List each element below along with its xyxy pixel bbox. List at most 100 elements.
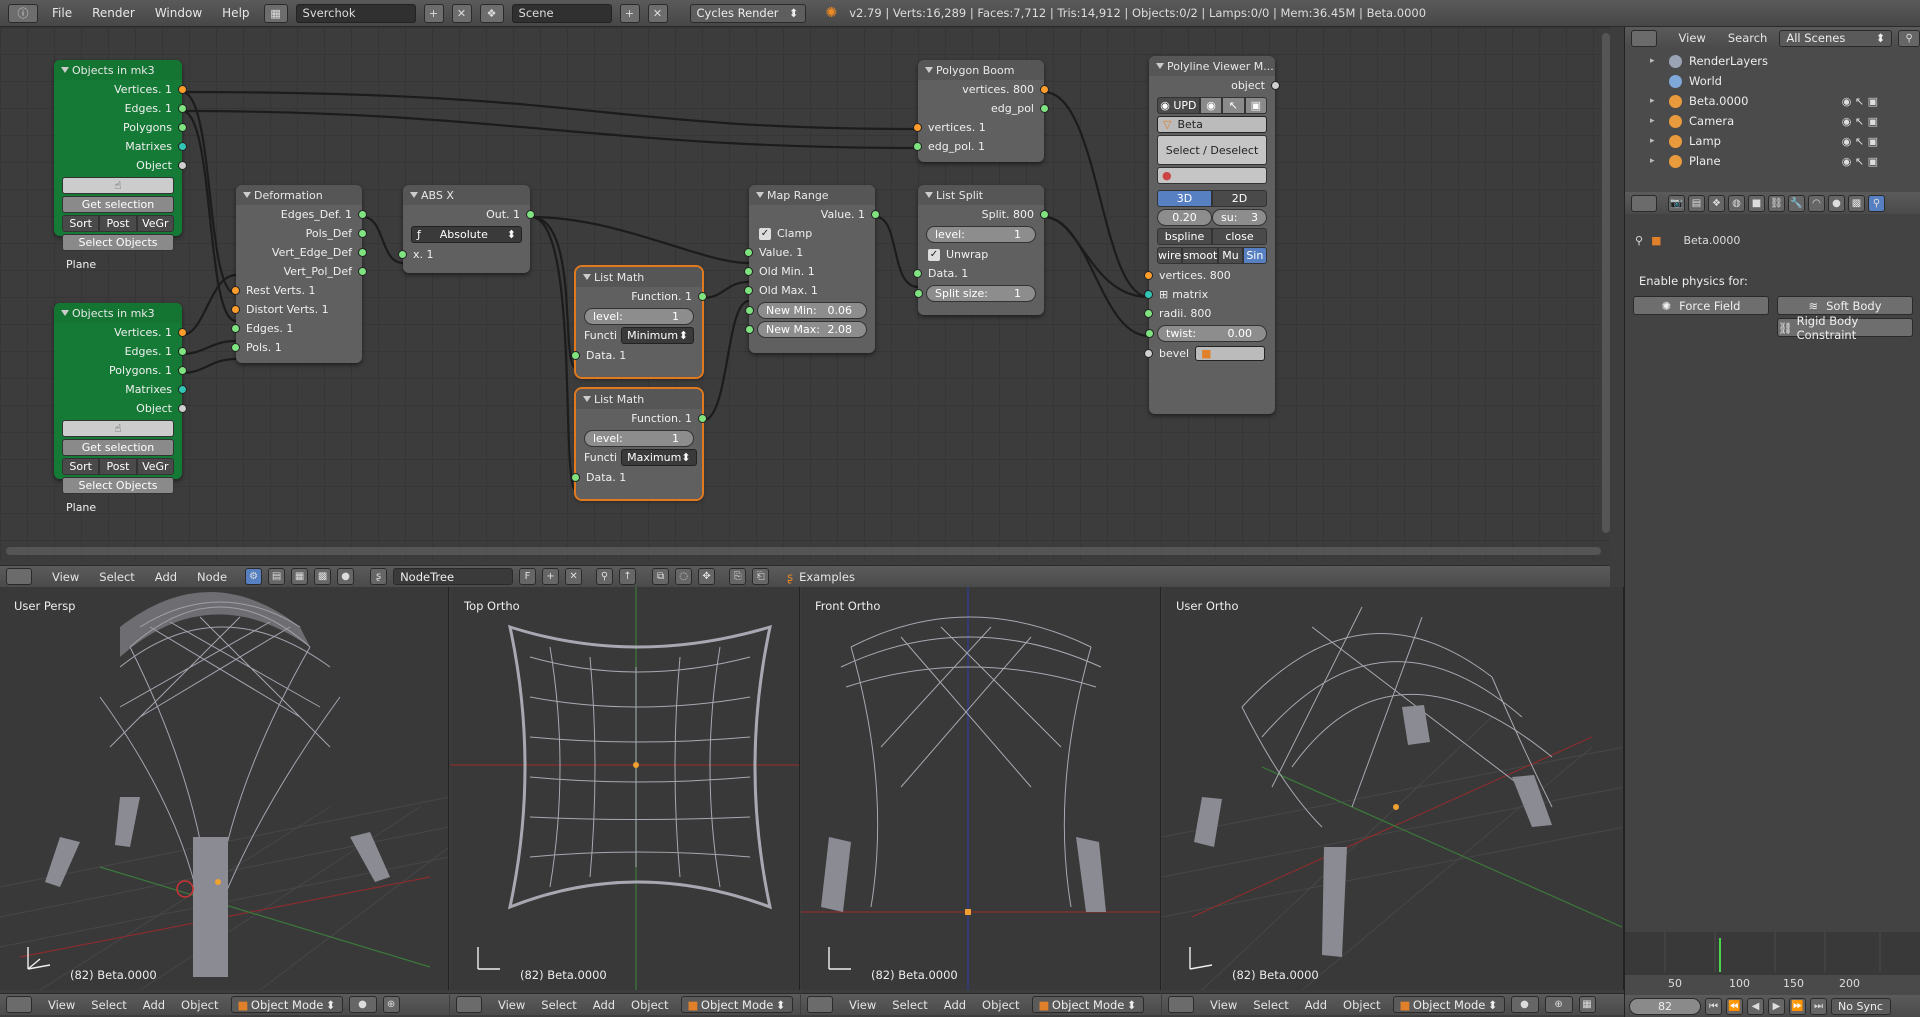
close-button[interactable]: close xyxy=(1212,228,1267,245)
node-list-math-max[interactable]: List Math Function. 1 level: 1 Functi Maxi… xyxy=(571,387,707,501)
examples-menu[interactable]: Examples xyxy=(799,570,855,584)
clamp-checkbox-row[interactable]: ✓ Clamp xyxy=(749,224,875,243)
output-socket[interactable] xyxy=(358,210,367,219)
paste-icon[interactable]: ⎗ xyxy=(752,568,770,585)
input-socket[interactable] xyxy=(571,351,580,360)
select-objects-button[interactable]: Select Objects xyxy=(62,234,174,251)
output-socket[interactable] xyxy=(178,366,187,375)
render-layers-tab-icon[interactable]: ▤ xyxy=(1688,194,1705,212)
menu-select[interactable]: Select xyxy=(541,998,576,1012)
viewport-user-ortho[interactable]: User Ortho (82) Beta.0000 xyxy=(1162,587,1624,990)
vegr-button[interactable]: VeGr xyxy=(136,458,174,475)
output-socket[interactable] xyxy=(178,123,187,132)
outliner-item-camera[interactable]: ▸ Camera ◉ ↖ ▣ xyxy=(1625,111,1920,131)
sin-button[interactable]: Sin xyxy=(1242,247,1267,264)
shading-icon[interactable]: ● xyxy=(348,996,377,1013)
output-socket[interactable] xyxy=(871,210,880,219)
outliner-item-lamp[interactable]: ▸ Lamp ◉ ↖ ▣ xyxy=(1625,131,1920,151)
add-tree-icon[interactable]: + xyxy=(542,568,560,585)
output-socket[interactable] xyxy=(358,229,367,238)
shader-tree-icon[interactable]: ⚙ xyxy=(245,568,263,585)
hand-icon-button[interactable]: ☝ xyxy=(62,420,174,437)
physics-tab-icon[interactable]: ⚲ xyxy=(1868,194,1885,212)
menu-object[interactable]: Object xyxy=(982,998,1019,1012)
input-socket[interactable] xyxy=(1144,349,1153,358)
post-button[interactable]: Post xyxy=(99,215,137,232)
modifiers-tab-icon[interactable]: 🔧 xyxy=(1788,194,1805,212)
copy-icon[interactable]: ⎘ xyxy=(729,568,747,585)
viewport-user-persp[interactable]: User Persp (82) Beta.0000 xyxy=(0,587,449,990)
output-socket[interactable] xyxy=(358,248,367,257)
menu-view[interactable]: View xyxy=(48,998,75,1012)
mode-3d-button[interactable]: 3D xyxy=(1157,190,1212,207)
compositor-icon[interactable]: ▤ xyxy=(268,568,286,585)
viewport-front-ortho[interactable]: Front Ortho (82) Beta.0000 xyxy=(801,587,1161,990)
node-editor[interactable]: Objects in mk3 Vertices. 1 Edges. 1 Poly… xyxy=(0,27,1610,561)
visibility-icons[interactable]: ◉ ↖ ▣ xyxy=(1842,95,1878,108)
expand-icon[interactable]: ▸ xyxy=(1650,56,1655,66)
node-map-range[interactable]: Map Range Value. 1 ✓ Clamp Value. 1 Old M… xyxy=(744,185,880,353)
input-socket[interactable] xyxy=(231,343,240,352)
menu-object[interactable]: Object xyxy=(1343,998,1380,1012)
menu-select[interactable]: Select xyxy=(892,998,927,1012)
play-reverse-icon[interactable]: ◀ xyxy=(1747,997,1764,1015)
node-list-math-min[interactable]: List Math Function. 1 level: 1 Functi Mini… xyxy=(571,265,707,379)
output-socket[interactable] xyxy=(178,104,187,113)
smooth-button[interactable]: smoot xyxy=(1182,247,1219,264)
soft-body-button[interactable]: ≋ Soft Body xyxy=(1777,296,1913,315)
function-select[interactable]: Maximum ⬍ xyxy=(621,449,697,466)
node-abs-x[interactable]: ABS X Out. 1 ƒ Absolute ⬍ x. 1 xyxy=(398,185,535,273)
mu-button[interactable]: Mu xyxy=(1218,247,1243,264)
node-header[interactable]: List Math xyxy=(576,389,702,409)
function-select[interactable]: Minimum ⬍ xyxy=(621,327,694,344)
editor-type-icon[interactable]: ⓘ xyxy=(8,3,38,23)
output-socket[interactable] xyxy=(178,85,187,94)
world-tab-icon[interactable]: ◍ xyxy=(1728,194,1745,212)
unwrap-checkbox-row[interactable]: ✓ Unwrap xyxy=(918,245,1044,264)
get-selection-button[interactable]: Get selection xyxy=(62,439,174,456)
texture-tab-icon[interactable]: ▩ xyxy=(1848,194,1865,212)
mode-select[interactable]: ƒ Absolute ⬍ xyxy=(411,226,522,243)
menu-object[interactable]: Object xyxy=(181,998,218,1012)
select-objects-button[interactable]: Select Objects xyxy=(62,477,174,494)
visibility-icons[interactable]: ◉ ↖ ▣ xyxy=(1842,135,1878,148)
upd-button[interactable]: ◉ UPD xyxy=(1157,97,1200,114)
sort-button[interactable]: Sort xyxy=(62,458,100,475)
cursor-icon[interactable]: ↖ xyxy=(1222,97,1245,114)
material-tab-icon[interactable]: ● xyxy=(1828,194,1845,212)
input-socket[interactable] xyxy=(913,269,922,278)
check-icon[interactable]: ✓ xyxy=(928,248,940,261)
add-scene-icon[interactable]: + xyxy=(619,3,640,23)
input-socket[interactable] xyxy=(231,305,240,314)
add-layout-icon[interactable]: + xyxy=(423,3,444,23)
menu-select[interactable]: Select xyxy=(1253,998,1288,1012)
new-max-field[interactable]: New Max: 2.08 xyxy=(745,321,867,338)
level-field[interactable]: level: 1 xyxy=(926,226,1036,243)
level-field[interactable]: level: 1 xyxy=(584,430,694,447)
menu-node[interactable]: Node xyxy=(197,570,227,584)
snap-icon[interactable]: ⧉ xyxy=(652,568,670,585)
node-header[interactable]: Polyline Viewer M... xyxy=(1149,56,1275,76)
level-field[interactable]: level: 1 xyxy=(584,308,694,325)
menu-window[interactable]: Window xyxy=(149,6,208,20)
node-header[interactable]: Deformation xyxy=(236,185,362,205)
current-frame-field[interactable]: 82 xyxy=(1629,997,1701,1015)
menu-view[interactable]: View xyxy=(498,998,525,1012)
node-header[interactable]: Objects in mk3 xyxy=(54,303,182,323)
menu-search[interactable]: Search xyxy=(1728,31,1768,45)
menu-add[interactable]: Add xyxy=(1305,998,1327,1012)
vegr-button[interactable]: VeGr xyxy=(136,215,174,232)
node-polyline-viewer[interactable]: Polyline Viewer M... object ◉ UPD ◉ ↖ ▣ … xyxy=(1144,56,1280,414)
wire-button[interactable]: wire xyxy=(1157,247,1183,264)
render-engine-select[interactable]: Cycles Render ⬍ xyxy=(689,3,806,23)
input-socket[interactable] xyxy=(744,286,753,295)
sort-button[interactable]: Sort xyxy=(62,215,100,232)
pivot-icon[interactable]: ⊕ xyxy=(382,996,400,1013)
sverchok-icon[interactable]: ʂ xyxy=(370,568,388,585)
input-socket[interactable] xyxy=(1145,329,1154,338)
twist-field[interactable]: twist: 0.00 xyxy=(1145,325,1267,342)
pin-icon[interactable]: ⚲ xyxy=(596,568,614,585)
input-socket[interactable] xyxy=(745,325,754,334)
input-socket[interactable] xyxy=(1144,290,1153,299)
input-socket[interactable] xyxy=(1144,271,1153,280)
